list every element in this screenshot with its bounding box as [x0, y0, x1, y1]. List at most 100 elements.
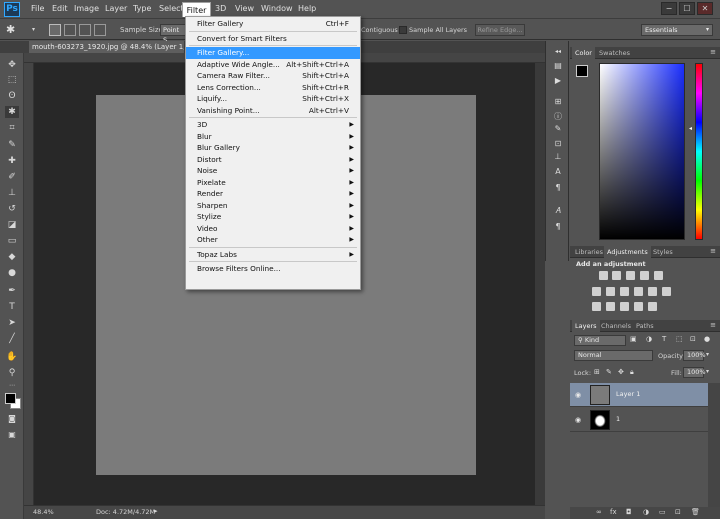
- trash-icon[interactable]: 🗑︎: [691, 508, 700, 516]
- subtract-from-selection-icon[interactable]: [79, 24, 91, 36]
- menu-help[interactable]: Help: [298, 4, 316, 13]
- screen-mode-icon[interactable]: ▣: [5, 429, 19, 441]
- menu-filter[interactable]: Filter: [182, 2, 211, 17]
- menu-layer[interactable]: Layer: [105, 4, 127, 13]
- color-foreground-swatch[interactable]: [576, 65, 588, 77]
- menu-file[interactable]: File: [31, 4, 44, 13]
- exposure-icon[interactable]: [640, 271, 649, 280]
- opacity-dropdown-icon[interactable]: ▾: [706, 351, 709, 358]
- intersect-selection-icon[interactable]: [94, 24, 106, 36]
- eraser-tool-icon[interactable]: ◪: [5, 219, 19, 231]
- visibility-eye-icon[interactable]: ◉: [575, 416, 581, 424]
- refine-edge-button[interactable]: Refine Edge...: [475, 24, 525, 36]
- path-selection-tool-icon[interactable]: ➤: [5, 317, 19, 329]
- lock-position-icon[interactable]: ✥: [618, 368, 624, 376]
- fill-dropdown-icon[interactable]: ▾: [706, 368, 709, 375]
- menu-edit[interactable]: Edit: [52, 4, 68, 13]
- layer-row-1[interactable]: ◉ 1: [570, 408, 708, 432]
- gradient-tool-icon[interactable]: ▭: [5, 235, 19, 247]
- menu-item-pixelate[interactable]: Pixelate ▶: [186, 177, 360, 189]
- threshold-icon[interactable]: [620, 302, 629, 311]
- menu-item-filter-gallery[interactable]: Filter Gallery...: [186, 47, 360, 59]
- new-layer-icon[interactable]: ⊡: [675, 508, 681, 516]
- filter-toggle-icon[interactable]: ●: [704, 335, 710, 343]
- tab-layers[interactable]: Layers: [572, 320, 600, 332]
- menu-3d[interactable]: 3D: [215, 4, 226, 13]
- channel-mixer-icon[interactable]: [648, 287, 657, 296]
- sample-all-layers-checkbox[interactable]: [399, 26, 407, 34]
- hue-saturation-icon[interactable]: [592, 287, 601, 296]
- brush-panel-icon[interactable]: ✎: [551, 123, 565, 135]
- zoom-tool-icon[interactable]: ⚲: [5, 367, 19, 379]
- dodge-tool-icon[interactable]: ●: [5, 267, 19, 279]
- color-lookup-icon[interactable]: [662, 287, 671, 296]
- menu-item-stylize[interactable]: Stylize ▶: [186, 211, 360, 223]
- layer-name[interactable]: 1: [616, 415, 620, 423]
- lasso-tool-icon[interactable]: ʘ: [5, 90, 19, 102]
- blur-tool-icon[interactable]: ◆: [5, 251, 19, 263]
- paragraph-styles-icon[interactable]: ¶: [551, 221, 565, 233]
- minimize-button[interactable]: −: [661, 2, 677, 15]
- group-folder-icon[interactable]: ▭: [659, 508, 666, 516]
- fx-icon[interactable]: fx: [610, 508, 617, 516]
- maximize-button[interactable]: ☐: [679, 2, 695, 15]
- eyedropper-tool-icon[interactable]: ✎: [5, 139, 19, 151]
- layer-filter-kind-select[interactable]: ⚲ Kind: [574, 335, 626, 346]
- photo-filter-icon[interactable]: [634, 287, 643, 296]
- magic-wand-tool-icon[interactable]: ✱: [5, 106, 19, 118]
- hand-tool-icon[interactable]: ✋: [5, 351, 19, 363]
- edit-toolbar-icon[interactable]: ⋯: [5, 380, 19, 392]
- foreground-color-swatch[interactable]: [5, 393, 16, 404]
- hue-slider-handle-icon[interactable]: ◂: [689, 125, 692, 132]
- collapse-icon[interactable]: ◂◂: [551, 46, 565, 58]
- sample-size-select[interactable]: Point S: [160, 24, 186, 44]
- posterize-icon[interactable]: [606, 302, 615, 311]
- layers-scrollbar[interactable]: [708, 383, 720, 510]
- menu-item-liquify[interactable]: Liquify... Shift+Ctrl+X: [186, 93, 360, 105]
- adjustment-layer-icon[interactable]: ◑: [643, 508, 649, 516]
- panel-menu-icon[interactable]: ≡: [710, 321, 716, 329]
- menu-item-convert-for-smart-filters[interactable]: Convert for Smart Filters: [186, 33, 360, 45]
- brush-tool-icon[interactable]: ✐: [5, 171, 19, 183]
- menu-item-adaptive-wide-angle[interactable]: Adaptive Wide Angle... Alt+Shift+Ctrl+A: [186, 59, 360, 71]
- menu-window[interactable]: Window: [261, 4, 293, 13]
- filter-smart-object-icon[interactable]: ⊡: [690, 335, 696, 343]
- zoom-level[interactable]: 48.4%: [33, 508, 54, 516]
- gradient-map-icon[interactable]: [634, 302, 643, 311]
- properties-panel-icon[interactable]: ⊞: [551, 96, 565, 108]
- menu-select[interactable]: Select: [159, 4, 184, 13]
- layer-row-layer-1[interactable]: ◉ Layer 1: [570, 383, 708, 407]
- tab-swatches[interactable]: Swatches: [596, 47, 633, 59]
- brightness-contrast-icon[interactable]: [599, 271, 608, 280]
- pen-tool-icon[interactable]: ✒: [5, 285, 19, 297]
- levels-icon[interactable]: [612, 271, 621, 280]
- filter-shape-icon[interactable]: ⬚: [676, 335, 683, 343]
- vertical-scrollbar[interactable]: [535, 63, 545, 505]
- menu-type[interactable]: Type: [133, 4, 151, 13]
- menu-item-3d[interactable]: 3D ▶: [186, 119, 360, 131]
- tab-color[interactable]: Color: [572, 47, 595, 59]
- document-tab[interactable]: mouth-603273_1920.jpg @ 48.4% (Layer 1, …: [29, 41, 184, 53]
- menu-item-browse-filters-online[interactable]: Browse Filters Online...: [186, 263, 360, 275]
- filter-type-icon[interactable]: T: [662, 335, 666, 343]
- selective-color-icon[interactable]: [648, 302, 657, 311]
- color-balance-icon[interactable]: [606, 287, 615, 296]
- character-panel-icon[interactable]: A: [551, 166, 565, 178]
- paragraph-panel-icon[interactable]: ¶: [551, 182, 565, 194]
- tab-channels[interactable]: Channels: [598, 320, 634, 332]
- menu-item-camera-raw-filter[interactable]: Camera Raw Filter... Shift+Ctrl+A: [186, 70, 360, 82]
- line-tool-icon[interactable]: ╱: [5, 333, 19, 345]
- menu-view[interactable]: View: [235, 4, 254, 13]
- filter-pixel-icon[interactable]: ▣: [630, 335, 637, 343]
- magic-wand-tool-icon[interactable]: ✱: [6, 23, 15, 36]
- clone-source-icon[interactable]: ⊥: [551, 151, 565, 163]
- panel-menu-icon[interactable]: ≡: [710, 247, 716, 255]
- tab-styles[interactable]: Styles: [650, 246, 676, 258]
- add-to-selection-icon[interactable]: [64, 24, 76, 36]
- visibility-eye-icon[interactable]: ◉: [575, 391, 581, 399]
- color-picker-field[interactable]: [599, 63, 685, 240]
- menu-item-vanishing-point[interactable]: Vanishing Point... Alt+Ctrl+V: [186, 105, 360, 117]
- workspace-select[interactable]: Essentials ▾: [641, 24, 713, 36]
- history-brush-tool-icon[interactable]: ↺: [5, 203, 19, 215]
- filter-adjustment-icon[interactable]: ◑: [646, 335, 652, 343]
